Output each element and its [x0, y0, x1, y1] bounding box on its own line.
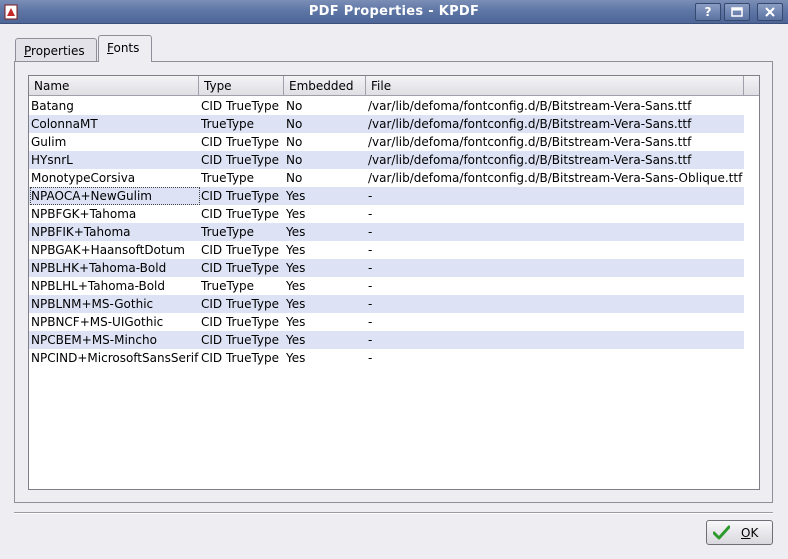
- font-type-cell: CID TrueType: [201, 333, 280, 347]
- column-header-name[interactable]: Name: [29, 76, 199, 96]
- table-row[interactable]: NPAOCA+NewGulim CID TrueType Yes -: [29, 187, 744, 205]
- font-embedded-cell: No: [286, 117, 303, 131]
- font-file-cell: -: [368, 315, 373, 329]
- checkmark-icon: [713, 525, 730, 540]
- column-header-embedded[interactable]: Embedded: [284, 76, 366, 96]
- font-file-cell: -: [368, 333, 373, 347]
- font-name-cell: NPBLHL+Tahoma-Bold: [31, 279, 166, 293]
- font-file-cell: -: [368, 297, 373, 311]
- table-row[interactable]: Batang CID TrueType No/var/lib/defoma/font…: [29, 97, 744, 115]
- table-row[interactable]: NPBGAK+HaansoftDotum CID TrueType Yes -: [29, 241, 744, 259]
- font-embedded-cell: Yes: [286, 315, 306, 329]
- font-embedded-cell: Yes: [286, 279, 306, 293]
- font-embedded-cell: Yes: [286, 261, 306, 275]
- font-file-cell: /var/lib/defoma/fontconfig.d/B/Bitstream…: [368, 153, 692, 167]
- title-bar[interactable]: PDF Properties - KPDF ?: [0, 0, 788, 24]
- tab-properties-mnemonic: P: [24, 44, 32, 58]
- font-name-cell: Batang: [31, 99, 74, 113]
- font-embedded-cell: Yes: [286, 225, 306, 239]
- font-file-cell: -: [368, 279, 373, 293]
- font-type-cell: TrueType: [201, 225, 255, 239]
- font-type-cell: CID TrueType: [201, 315, 280, 329]
- window-title: PDF Properties - KPDF: [308, 4, 480, 19]
- font-file-cell: -: [368, 225, 373, 239]
- table-row[interactable]: MonotypeCorsiva TrueType No/var/lib/defoma…: [29, 169, 744, 187]
- font-embedded-cell: No: [286, 99, 303, 113]
- table-row[interactable]: NPBLHK+Tahoma-Bold CID TrueType Yes -: [29, 259, 744, 277]
- font-type-cell: CID TrueType: [201, 153, 280, 167]
- font-embedded-cell: Yes: [286, 207, 306, 221]
- table-row[interactable]: NPBNCF+MS-UIGothic CID TrueType Yes -: [29, 313, 744, 331]
- font-name-cell: NPCIND+MicrosoftSansSerif: [31, 351, 199, 365]
- font-file-cell: -: [368, 243, 373, 257]
- font-type-cell: CID TrueType: [201, 99, 280, 113]
- table-row[interactable]: NPCBEM+MS-Mincho CID TrueType Yes -: [29, 331, 744, 349]
- ok-label: OK: [741, 526, 758, 540]
- tab-fonts[interactable]: Fonts: [98, 35, 152, 62]
- tab-properties-label: roperties: [31, 44, 85, 58]
- font-embedded-cell: Yes: [286, 351, 306, 365]
- font-name-cell: NPBFGK+Tahoma: [31, 207, 137, 221]
- font-name-cell: ColonnaMT: [31, 117, 98, 131]
- font-name-cell: HYsnrL: [31, 153, 73, 167]
- font-name-cell: Gulim: [31, 135, 67, 149]
- table-row[interactable]: ColonnaMT TrueType No/var/lib/defoma/fontc…: [29, 115, 744, 133]
- font-embedded-cell: Yes: [286, 189, 306, 203]
- font-embedded-cell: No: [286, 135, 303, 149]
- table-row[interactable]: NPCIND+MicrosoftSansSerif CID TrueType Yes…: [29, 349, 744, 367]
- font-file-cell: -: [368, 261, 373, 275]
- table-row[interactable]: NPBLHL+Tahoma-Bold TrueType Yes -: [29, 277, 744, 295]
- font-type-cell: CID TrueType: [201, 351, 280, 365]
- ok-button[interactable]: OK: [706, 520, 773, 545]
- font-file-cell: -: [368, 351, 373, 365]
- font-type-cell: CID TrueType: [201, 207, 280, 221]
- tab-fonts-label: onts: [113, 41, 140, 55]
- list-header: Name Type Embedded File: [29, 76, 759, 96]
- font-name-cell: NPBLHK+Tahoma-Bold: [31, 261, 167, 275]
- font-name-cell: NPBLNM+MS-Gothic: [31, 297, 154, 311]
- button-separator: [14, 512, 773, 514]
- font-name-cell: NPBGAK+HaansoftDotum: [31, 243, 185, 257]
- font-file-cell: -: [368, 207, 373, 221]
- font-file-cell: /var/lib/defoma/fontconfig.d/B/Bitstream…: [368, 171, 743, 185]
- font-type-cell: CID TrueType: [201, 261, 280, 275]
- font-file-cell: /var/lib/defoma/fontconfig.d/B/Bitstream…: [368, 99, 692, 113]
- font-type-cell: CID TrueType: [201, 189, 280, 203]
- font-name-cell: NPBNCF+MS-UIGothic: [31, 315, 164, 329]
- font-file-cell: /var/lib/defoma/fontconfig.d/B/Bitstream…: [368, 135, 692, 149]
- tab-properties[interactable]: Properties: [15, 38, 97, 62]
- font-type-cell: TrueType: [201, 171, 255, 185]
- table-row[interactable]: NPBFIK+Tahoma TrueType Yes -: [29, 223, 744, 241]
- font-file-cell: /var/lib/defoma/fontconfig.d/B/Bitstream…: [368, 117, 692, 131]
- table-row[interactable]: NPBFGK+Tahoma CID TrueType Yes -: [29, 205, 744, 223]
- column-header-type[interactable]: Type: [199, 76, 284, 96]
- maximize-button[interactable]: [724, 3, 750, 21]
- font-type-cell: TrueType: [201, 117, 255, 131]
- column-header-file[interactable]: File: [366, 76, 744, 96]
- font-embedded-cell: Yes: [286, 243, 306, 257]
- font-name-cell: NPBFIK+Tahoma: [31, 225, 131, 239]
- help-button[interactable]: ?: [695, 3, 721, 21]
- table-row[interactable]: NPBLNM+MS-Gothic CID TrueType Yes -: [29, 295, 744, 313]
- ok-label-rest: K: [750, 526, 759, 540]
- close-icon: [765, 7, 775, 17]
- table-row[interactable]: Gulim CID TrueType No/var/lib/defoma/fontc…: [29, 133, 744, 151]
- font-embedded-cell: Yes: [286, 297, 306, 311]
- font-embedded-cell: Yes: [286, 333, 306, 347]
- font-name-cell: MonotypeCorsiva: [31, 171, 136, 185]
- font-type-cell: CID TrueType: [201, 297, 280, 311]
- maximize-icon: [731, 7, 743, 17]
- font-embedded-cell: No: [286, 153, 303, 167]
- font-name-cell: NPAOCA+NewGulim: [30, 187, 200, 205]
- font-file-cell: -: [368, 189, 373, 203]
- font-type-cell: CID TrueType: [201, 135, 280, 149]
- fonts-list[interactable]: Name Type Embedded File Batang CID TrueTy…: [28, 75, 760, 490]
- font-name-cell: NPCBEM+MS-Mincho: [31, 333, 157, 347]
- table-row[interactable]: HYsnrL CID TrueType No/var/lib/defoma/font…: [29, 151, 744, 169]
- font-embedded-cell: No: [286, 171, 303, 185]
- close-button[interactable]: [757, 3, 783, 21]
- font-type-cell: TrueType: [201, 279, 255, 293]
- list-rows: Batang CID TrueType No/var/lib/defoma/font…: [29, 97, 744, 367]
- font-type-cell: CID TrueType: [201, 243, 280, 257]
